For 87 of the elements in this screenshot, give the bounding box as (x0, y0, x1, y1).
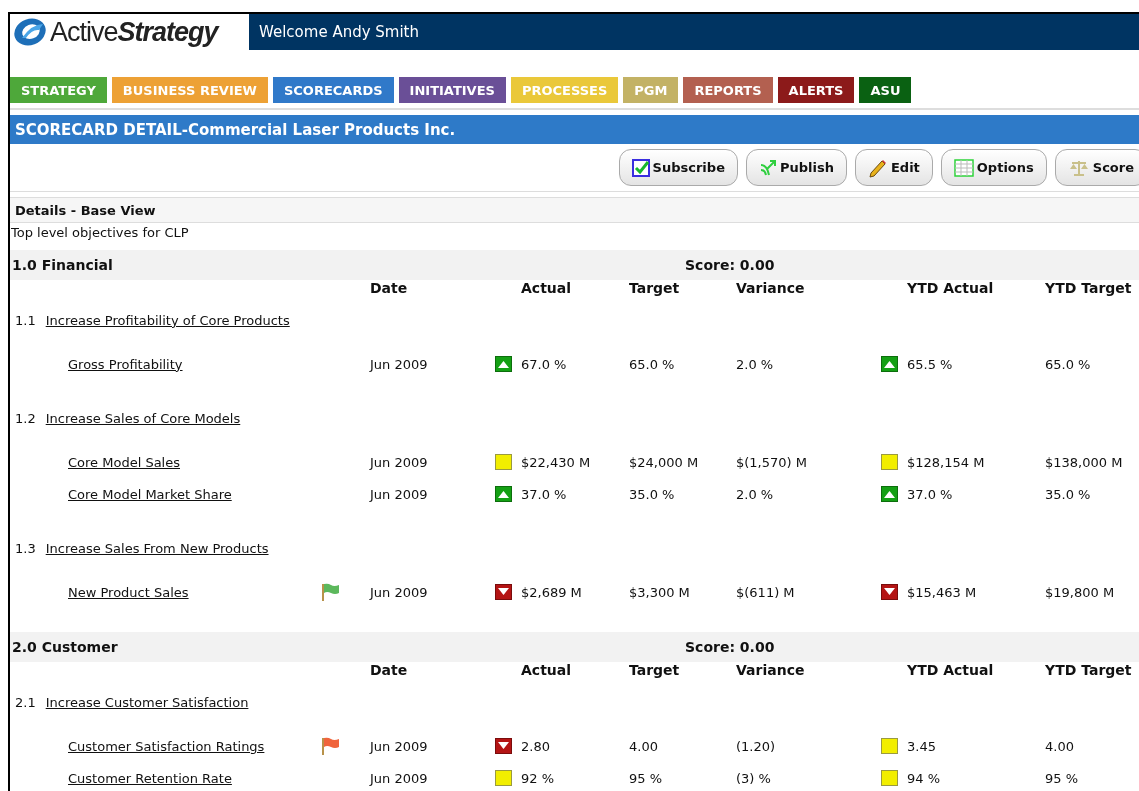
metric-link[interactable]: Customer Retention Rate (68, 770, 232, 786)
actual-value: 2.80 (521, 738, 550, 754)
arrows-icon (758, 158, 777, 177)
nav-tab[interactable]: SCORECARDS (272, 77, 394, 103)
date-cell-text: Jun 2009 (370, 356, 429, 372)
column-header: Date (370, 662, 409, 680)
metric-link[interactable]: Core Model Market Share (68, 486, 232, 502)
column-header: Actual (520, 280, 573, 298)
ytd-target-value: 95 % (1045, 770, 1080, 786)
subscribe-button[interactable]: Subscribe (618, 149, 738, 186)
objective-number: 1.1 (15, 312, 36, 328)
variance-value: $(1,570) M (736, 454, 808, 470)
objective-link[interactable]: Increase Sales of Core Models (45, 410, 241, 426)
column-header: Actual (520, 662, 573, 680)
target-value: $24,000 M (629, 454, 700, 470)
column-header: Variance (736, 662, 806, 680)
column-header: YTD Target (1045, 662, 1133, 680)
ytd-target-value: 35.0 % (1045, 486, 1092, 502)
section-heading: 2.0 Customer (11, 639, 119, 655)
section-heading: 1.0 Financial (11, 257, 114, 273)
actual-value: $22,430 M (521, 454, 591, 470)
ytd-actual-value: 94 % (907, 770, 941, 786)
objective-link[interactable]: Increase Sales From New Products (45, 540, 269, 556)
column-header: Date (370, 280, 409, 298)
date-cell-text: Jun 2009 (370, 770, 429, 786)
date-cell-text: Jun 2009 (370, 584, 429, 600)
column-header: YTD Actual (906, 280, 995, 298)
pencil-icon (867, 157, 888, 178)
date-cell-text: Jun 2009 (370, 454, 429, 470)
target-value: 35.0 % (629, 486, 676, 502)
target-value: 65.0 % (629, 356, 676, 372)
column-header: Target (629, 280, 681, 298)
ytd-actual-value: 3.45 (907, 738, 936, 754)
target-value: $3,300 M (629, 584, 691, 600)
variance-value: 2.0 % (736, 486, 775, 502)
nav-tab[interactable]: INITIATIVES (398, 77, 506, 103)
scale-icon (1067, 158, 1090, 177)
column-header: YTD Target (1045, 280, 1133, 298)
metric-link[interactable]: Gross Profitability (68, 356, 183, 372)
actual-value: 37.0 % (521, 486, 567, 502)
toolbar-button[interactable]: Options (940, 149, 1047, 186)
logo-text: ActiveStrategy (50, 16, 218, 48)
ytd-target-value: $138,000 M (1045, 454, 1124, 470)
objective-number: 1.3 (15, 540, 36, 556)
date-cell-text: Jun 2009 (370, 486, 429, 502)
actual-value: 92 % (521, 770, 555, 786)
nav-tab[interactable]: REPORTS (683, 77, 773, 103)
target-value: 95 % (629, 770, 664, 786)
objective-link[interactable]: Increase Profitability of Core Products (45, 312, 290, 328)
column-header: Target (629, 662, 681, 680)
column-header: YTD Actual (906, 662, 995, 680)
toolbar-button[interactable]: Score (1054, 149, 1139, 186)
variance-value: 2.0 % (736, 356, 775, 372)
actual-value: 67.0 % (521, 356, 567, 372)
logo-icon (12, 16, 48, 48)
objective-number: 2.1 (15, 694, 36, 710)
target-value: 4.00 (629, 738, 659, 754)
objective-link[interactable]: Increase Customer Satisfaction (45, 694, 249, 710)
grid-icon (953, 158, 974, 177)
ytd-target-value: $19,800 M (1045, 584, 1116, 600)
ytd-actual-value: 65.5 % (907, 356, 953, 372)
actual-value: $2,689 M (521, 584, 582, 600)
metric-link[interactable]: Core Model Sales (68, 454, 180, 470)
ytd-target-value: 65.0 % (1045, 356, 1092, 372)
description-text: Top level objectives for CLP (11, 225, 189, 240)
ytd-actual-value: 37.0 % (907, 486, 953, 502)
variance-value: $(611) M (736, 584, 796, 600)
metric-link[interactable]: New Product Sales (68, 584, 189, 600)
nav-tab[interactable]: ALERTS (777, 77, 855, 103)
toolbar-button[interactable]: Edit (854, 149, 933, 186)
objective-number: 1.2 (15, 410, 36, 426)
ytd-target-value: 4.00 (1045, 738, 1075, 754)
details-title: Details - Base View (15, 202, 156, 218)
column-header: Variance (736, 280, 806, 298)
ytd-actual-value: $15,463 M (907, 584, 977, 600)
toolbar-button[interactable]: Publish (745, 149, 847, 186)
variance-value: (1.20) (736, 738, 777, 754)
variance-value: (3) % (736, 770, 772, 786)
checkbox-icon (631, 158, 650, 177)
metric-link[interactable]: Customer Satisfaction Ratings (68, 738, 265, 754)
welcome-text: Welcome Andy Smith (259, 23, 419, 41)
nav-tab[interactable]: ASU (859, 77, 912, 103)
score-text: Score: 0.00 (685, 257, 775, 273)
date-cell-text: Jun 2009 (370, 738, 429, 754)
score-text: Score: 0.00 (685, 639, 775, 655)
page-title: SCORECARD DETAIL-Commercial Laser Products Inc. (10, 115, 1139, 144)
ytd-actual-value: $128,154 M (907, 454, 985, 470)
